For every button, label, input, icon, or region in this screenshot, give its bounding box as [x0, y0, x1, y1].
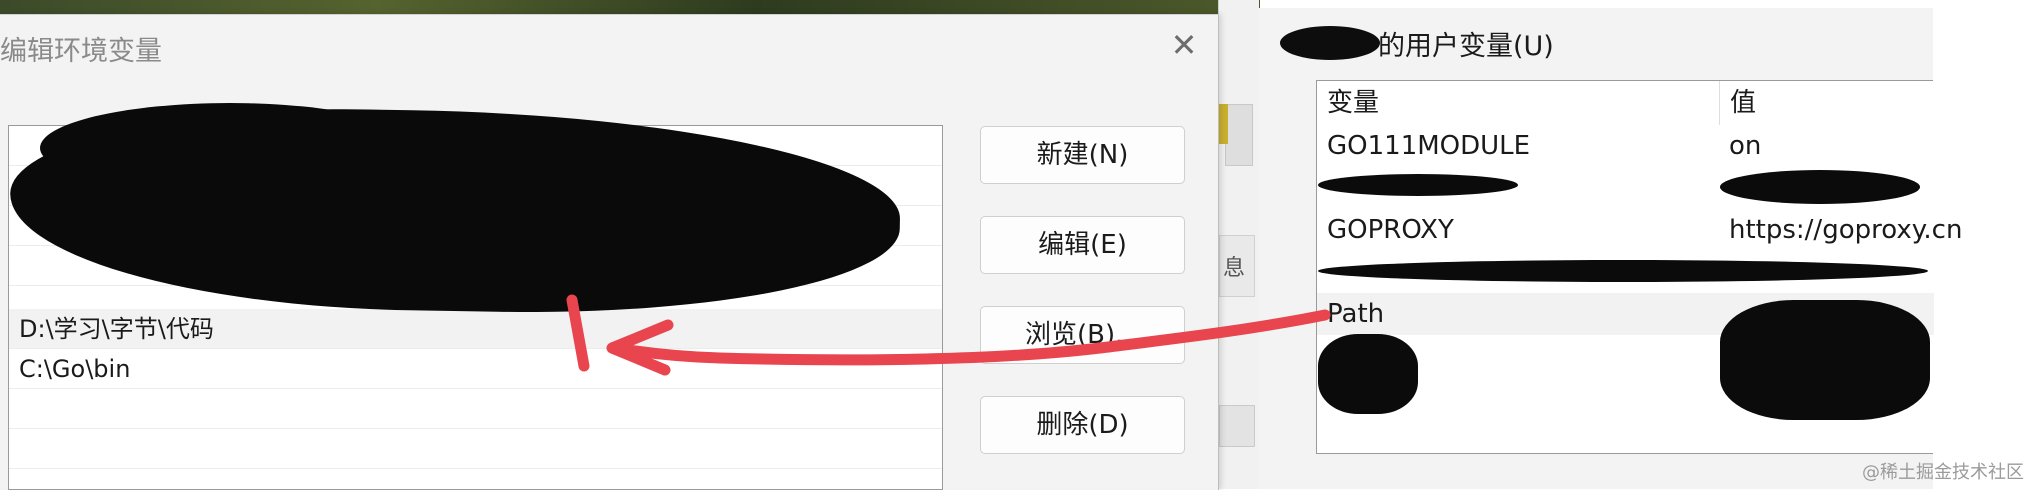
list-item[interactable]: D:\学习\字节\代码	[9, 309, 942, 349]
background-partial-label: 息	[1223, 256, 1246, 281]
close-icon[interactable]: ✕	[1164, 25, 1204, 65]
dialog-title: 编辑环境变量	[0, 36, 162, 67]
edit-env-var-dialog: 编辑环境变量 ✕ D:\学习\字节\代码 C:\Go\bin 新建(N) 编辑(…	[0, 14, 1219, 490]
redaction-scribble	[1318, 260, 1928, 282]
table-row[interactable]: GO111MODULE on	[1317, 125, 1934, 167]
table-row[interactable]: GOPROXY https://goproxy.cn	[1317, 209, 1962, 251]
list-item-empty[interactable]	[9, 429, 942, 469]
list-item-empty[interactable]	[9, 389, 942, 429]
redaction-scribble	[1720, 300, 1930, 420]
table-header: 变量 值	[1317, 81, 1934, 125]
background-panel	[1225, 104, 1253, 166]
variable-name: Path	[1327, 299, 1385, 329]
redaction-scribble	[1318, 174, 1518, 196]
browse-button[interactable]: 浏览(B)...	[980, 306, 1185, 364]
list-item[interactable]: C:\Go\bin	[9, 349, 942, 389]
background-panel	[1219, 405, 1255, 447]
redaction-scribble	[40, 103, 420, 193]
environment-variables-dialog: 的用户变量(U) 变量 值 GO111MODULE on GOPROXY htt…	[1258, 8, 1962, 489]
new-button[interactable]: 新建(N)	[980, 126, 1185, 184]
column-header-name[interactable]: 变量	[1327, 81, 1379, 125]
redaction-scribble	[1318, 334, 1418, 414]
background-accent	[1218, 104, 1228, 144]
variable-name: GO111MODULE	[1327, 131, 1531, 161]
variable-value: https://goproxy.cn	[1729, 215, 1963, 245]
watermark: @稀土掘金技术社区	[1862, 462, 2024, 483]
edit-button[interactable]: 编辑(E)	[980, 216, 1185, 274]
user-variables-heading: 的用户变量(U)	[1378, 31, 1554, 62]
redaction-scribble	[1280, 26, 1380, 60]
column-header-value[interactable]: 值	[1719, 81, 1756, 125]
redaction-scribble	[1720, 170, 1920, 204]
delete-button[interactable]: 删除(D)	[980, 396, 1185, 454]
variable-name: GOPROXY	[1327, 215, 1454, 245]
variable-value: on	[1729, 131, 1762, 161]
background-window-edge: 息	[1218, 0, 1259, 489]
